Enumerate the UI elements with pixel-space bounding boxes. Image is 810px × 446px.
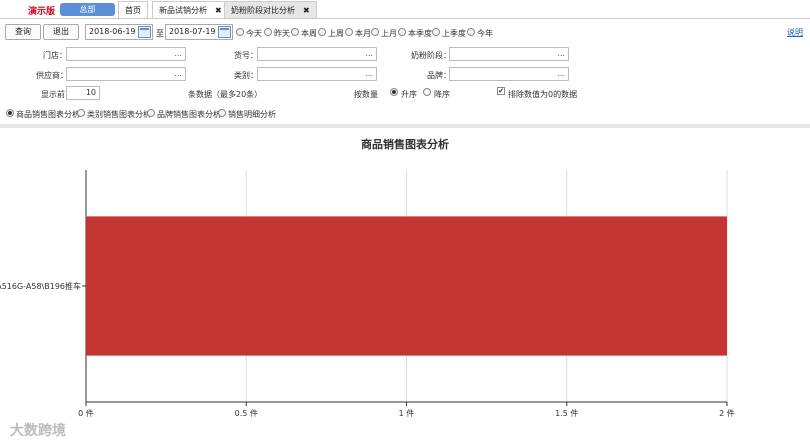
rows-note: 条数据（最多20条） (188, 90, 263, 99)
view-label: 销售明细分析 (228, 110, 276, 119)
view-radio-brand[interactable] (147, 109, 155, 117)
period-radio-last-month[interactable] (371, 28, 379, 36)
by-quantity-label: 按数量 (354, 90, 378, 99)
asc-radio[interactable] (390, 88, 398, 96)
sku-input[interactable]: ... (257, 47, 377, 61)
supplier-input[interactable]: ... (66, 67, 186, 81)
tab-new-product-trial[interactable]: 新品试销分析 ✖ (152, 1, 229, 18)
bar (86, 216, 727, 356)
period-label: 今天 (246, 29, 262, 38)
period-radio-this-quarter[interactable] (398, 28, 406, 36)
brand-input[interactable]: ... (449, 67, 569, 81)
x-tick-label: 1 件 (399, 408, 415, 418)
period-radio-today[interactable] (236, 28, 244, 36)
period-label: 昨天 (274, 29, 290, 38)
store-label: 门店： (43, 51, 67, 60)
close-icon[interactable]: ✖ (303, 6, 310, 15)
period-radio-yesterday[interactable] (264, 28, 272, 36)
period-radio-last-week[interactable] (318, 28, 326, 36)
hq-button[interactable]: 总部 (60, 3, 115, 16)
exit-button[interactable]: 退出 (43, 24, 79, 40)
calendar-icon[interactable] (138, 26, 151, 38)
period-radio-this-year[interactable] (467, 28, 475, 36)
asc-label: 升序 (401, 90, 417, 99)
desc-label: 降序 (434, 90, 450, 99)
watermark: 大数跨境 (10, 423, 66, 439)
top-tab-bar: 演示版 总部 首页 新品试销分析 ✖ 奶粉阶段对比分析 ✖ (0, 0, 810, 19)
stage-label: 奶粉阶段： (411, 51, 451, 60)
query-button[interactable]: 查询 (5, 24, 41, 40)
period-radio-this-month[interactable] (345, 28, 353, 36)
view-radio-product[interactable] (6, 109, 14, 117)
period-label: 上月 (381, 29, 397, 38)
calendar-icon[interactable] (218, 26, 231, 38)
show-top-input[interactable]: 10 (66, 86, 100, 100)
stage-input[interactable]: ... (449, 47, 569, 61)
exclude-zero-label: 排除数值为0的数据 (508, 90, 578, 99)
sku-label: 货号： (234, 51, 258, 60)
x-tick-label: 2 件 (719, 408, 735, 418)
y-tick-label: A516G-A58\B196推车 (0, 281, 81, 291)
to-label: 至 (156, 29, 164, 38)
x-tick-label: 0.5 件 (235, 408, 258, 418)
period-radio-last-quarter[interactable] (432, 28, 440, 36)
help-link[interactable]: 说明 (787, 27, 803, 38)
view-label: 类别销售图表分析 (87, 110, 151, 119)
x-tick-label: 0 件 (78, 408, 94, 418)
category-label: 类别： (234, 71, 258, 80)
period-label: 上周 (328, 29, 344, 38)
tab-home[interactable]: 首页 (118, 1, 148, 18)
bar-chart: 0 件 0.5 件 1 件 1.5 件 2 件 A516G-A58\B196推车 (0, 170, 735, 418)
store-input[interactable]: ... (66, 47, 186, 61)
period-label: 上季度 (442, 29, 466, 38)
brand-label: 品牌： (427, 71, 451, 80)
view-radio-detail[interactable] (218, 109, 226, 117)
period-label: 本周 (301, 29, 317, 38)
desc-radio[interactable] (423, 88, 431, 96)
category-input[interactable]: ... (257, 67, 377, 81)
show-top-label: 显示前 (41, 90, 65, 99)
period-radio-this-week[interactable] (291, 28, 299, 36)
supplier-label: 供应商： (36, 71, 68, 80)
period-label: 今年 (477, 29, 493, 38)
period-label: 本季度 (408, 29, 432, 38)
tab-formula-stage-compare[interactable]: 奶粉阶段对比分析 ✖ (224, 1, 317, 18)
view-label: 品牌销售图表分析 (157, 110, 221, 119)
demo-label: 演示版 (28, 7, 56, 17)
close-icon[interactable]: ✖ (215, 6, 222, 15)
section-divider (0, 124, 810, 128)
view-radio-category[interactable] (77, 109, 85, 117)
x-tick-label: 1.5 件 (555, 408, 578, 418)
period-label: 本月 (355, 29, 371, 38)
exclude-zero-checkbox[interactable]: ✔ (497, 87, 505, 95)
view-label: 商品销售图表分析 (16, 110, 80, 119)
